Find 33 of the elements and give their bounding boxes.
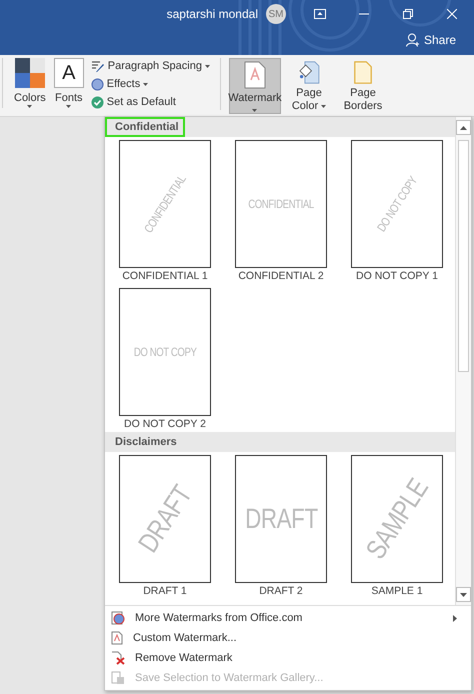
check-circle-icon [90, 96, 104, 108]
share-button[interactable]: Share [406, 33, 456, 47]
page-delete-icon [111, 651, 125, 665]
restore-icon [403, 9, 413, 19]
scroll-down-icon[interactable] [460, 592, 467, 596]
globe-page-icon [111, 611, 125, 625]
color-palette-icon [14, 58, 45, 88]
fonts-button[interactable]: A Fonts [50, 58, 87, 108]
ribbon-button[interactable]: Watermark [228, 58, 281, 114]
page-letter-icon [244, 61, 266, 89]
page-letter-icon [111, 631, 123, 645]
page-border-icon [352, 61, 374, 84]
close-icon [447, 9, 457, 19]
effects-circle-icon [90, 78, 104, 90]
ribbon-button[interactable]: Effects [90, 76, 210, 92]
ribbon-button[interactable]: Set as Default [90, 94, 210, 110]
scroll-up-icon[interactable] [460, 126, 467, 130]
paragraph-spacing-icon [90, 60, 105, 72]
user-name: saptarshi mondal [166, 7, 258, 21]
scrollbar[interactable] [455, 117, 471, 605]
font-letter-icon: A [54, 58, 84, 88]
ribbon-button[interactable]: Paragraph Spacing [90, 58, 210, 74]
section-header: Confidential [105, 117, 185, 137]
ribbon-button[interactable]: Page Color [282, 58, 335, 114]
menu-item[interactable]: Custom Watermark... [105, 628, 471, 648]
menu-item[interactable]: Remove Watermark [105, 648, 471, 668]
page-save-icon [111, 671, 125, 685]
person-add-icon [406, 33, 420, 47]
colors-button[interactable]: Colors [11, 58, 49, 108]
ribbon-display-icon [314, 9, 326, 19]
ribbon-button[interactable]: Page Borders [336, 58, 389, 114]
menu-item[interactable]: More Watermarks from Office.com [105, 608, 471, 628]
minimize-icon [359, 13, 369, 15]
